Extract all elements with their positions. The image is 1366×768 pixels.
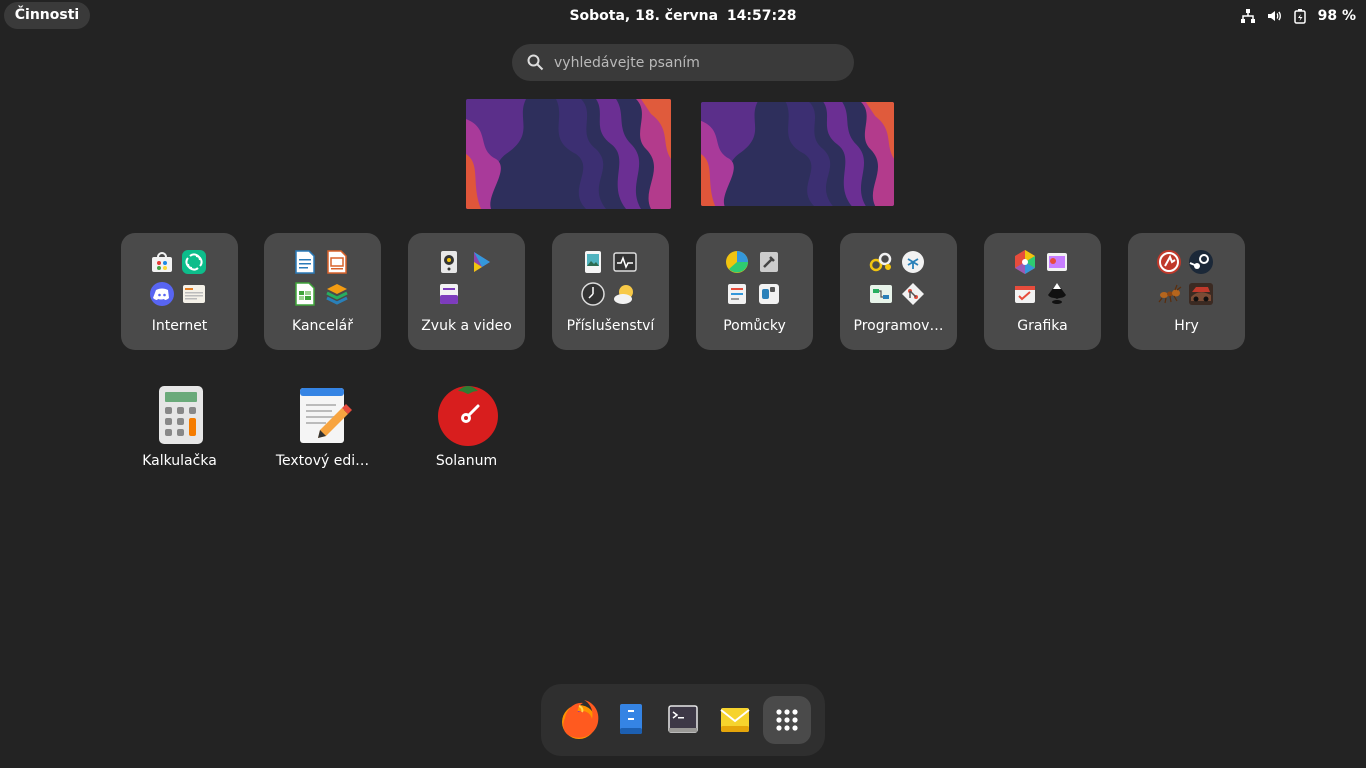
diagram-icon <box>868 281 894 307</box>
folder-development[interactable]: Programov… <box>840 233 957 350</box>
git-icon <box>900 281 926 307</box>
image-viewer-icon <box>580 249 606 275</box>
store-icon <box>149 249 175 275</box>
color-picker-icon <box>1012 249 1038 275</box>
folder-label: Programov… <box>853 318 944 334</box>
media-icon <box>436 281 462 307</box>
search-icon <box>526 53 544 71</box>
writer-icon <box>292 249 318 275</box>
ant-game-icon <box>1156 281 1182 307</box>
battery-percent: 98 % <box>1317 8 1356 24</box>
mail-icon[interactable] <box>713 698 757 742</box>
folder-label: Internet <box>151 318 208 334</box>
dash <box>541 684 825 756</box>
clock[interactable]: Sobota, 18. června 14:57:28 <box>0 0 1366 32</box>
app-label: Kalkulačka <box>142 453 217 469</box>
game-icon <box>1156 249 1182 275</box>
tomato-timer-icon <box>436 382 500 446</box>
folder-office[interactable]: Kancelář <box>264 233 381 350</box>
calculator-icon <box>149 382 213 446</box>
discord-icon <box>149 281 175 307</box>
layers-icon <box>324 281 350 307</box>
folder-label: Kancelář <box>292 318 353 334</box>
app-label: Solanum <box>435 453 498 469</box>
app-grid-button[interactable] <box>763 696 811 744</box>
app-solanum[interactable]: Solanum <box>408 380 525 480</box>
builder-icon <box>868 249 894 275</box>
workspace-thumbnail-1[interactable] <box>466 99 671 209</box>
weather-icon <box>612 281 638 307</box>
system-monitor-icon <box>612 249 638 275</box>
clock-time: 14:57:28 <box>726 8 797 24</box>
app-grid-icon <box>776 709 798 731</box>
folder-internet[interactable]: Internet <box>121 233 238 350</box>
folder-graphics[interactable]: Grafika <box>984 233 1101 350</box>
app-calculator[interactable]: Kalkulačka <box>121 380 238 480</box>
system-tray[interactable]: 98 % <box>1240 0 1356 32</box>
wallpaper-image <box>701 102 894 206</box>
firefox-icon[interactable] <box>557 698 601 742</box>
feed-reader-icon <box>181 281 207 307</box>
clock-icon <box>580 281 606 307</box>
tasks-icon <box>1012 281 1038 307</box>
disk-usage-icon <box>724 249 750 275</box>
app-label: Textový edi… <box>275 453 370 469</box>
folder-label: Příslušenství <box>566 318 655 334</box>
tweaks-icon <box>756 281 782 307</box>
battery-icon <box>1292 8 1308 24</box>
racing-game-icon <box>1188 281 1214 307</box>
files-icon[interactable] <box>609 698 653 742</box>
settings-tools-icon <box>756 249 782 275</box>
workspace-thumbnail-2[interactable] <box>701 102 894 206</box>
folder-games[interactable]: Hry <box>1128 233 1245 350</box>
calc-sheet-icon <box>292 281 318 307</box>
folder-label: Grafika <box>1017 318 1068 334</box>
video-player-icon <box>468 249 494 275</box>
folder-label: Pomůcky <box>723 318 786 334</box>
impress-icon <box>324 249 350 275</box>
element-icon <box>181 249 207 275</box>
network-icon <box>1240 8 1256 24</box>
clock-date: Sobota, 18. června <box>569 8 719 24</box>
debugger-icon <box>900 249 926 275</box>
folder-accessories[interactable]: Příslušenství <box>552 233 669 350</box>
documents-icon <box>724 281 750 307</box>
search-box[interactable] <box>512 44 854 81</box>
steam-icon <box>1188 249 1214 275</box>
folder-audio-video[interactable]: Zvuk a video <box>408 233 525 350</box>
terminal-icon[interactable] <box>661 698 705 742</box>
folder-label: Zvuk a video <box>421 318 512 334</box>
volume-icon <box>1266 8 1282 24</box>
top-bar: Činnosti Sobota, 18. června 14:57:28 98 … <box>0 0 1366 32</box>
folder-utilities[interactable]: Pomůcky <box>696 233 813 350</box>
app-text-editor[interactable]: Textový edi… <box>264 380 381 480</box>
wallpaper-image <box>466 99 671 209</box>
text-editor-icon <box>292 382 356 446</box>
folder-label: Hry <box>1174 318 1199 334</box>
inkscape-icon <box>1044 281 1070 307</box>
speaker-icon <box>436 249 462 275</box>
image-editor-icon <box>1044 249 1070 275</box>
search-input[interactable] <box>554 44 844 81</box>
